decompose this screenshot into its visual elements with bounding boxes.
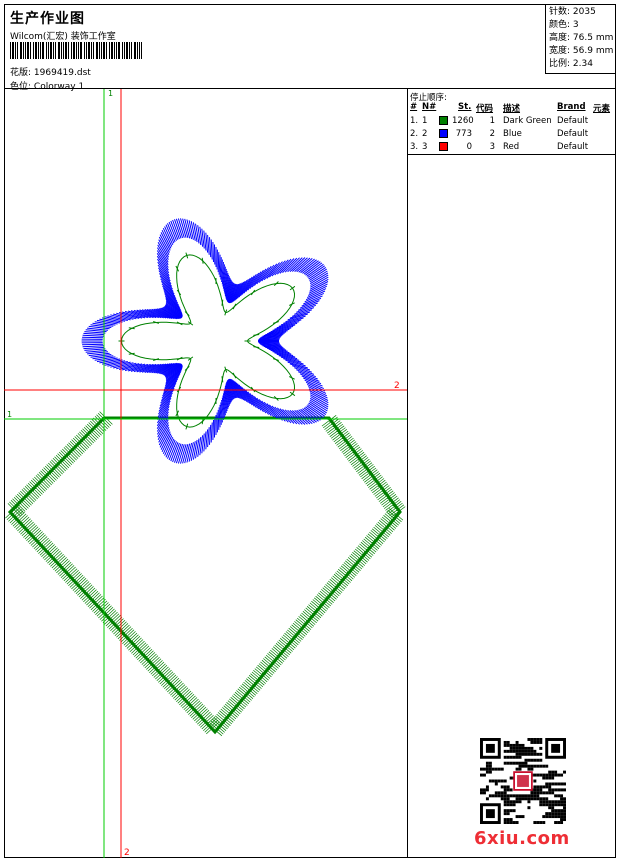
barcode: [10, 42, 142, 59]
table-row[interactable]: 2. 2 773 2 Blue Default: [408, 129, 616, 142]
stat-width: 宽度: 56.9 mm: [549, 46, 614, 56]
stat-stitches: 针数: 2035: [549, 7, 596, 17]
table-row[interactable]: 1. 1 1260 1 Dark Green Default: [408, 116, 616, 129]
red-vertical-label: 2: [124, 848, 130, 858]
stats-panel: 针数: 2035 颜色: 3 高度: 76.5 mm 宽度: 56.9 mm 比…: [545, 4, 616, 74]
table-row[interactable]: 3. 3 0 3 Red Default: [408, 142, 616, 155]
studio-subtitle: Wilcom(汇宏) 装饰工作室: [10, 32, 116, 42]
embroidery-preview: 1 2 2 1: [4, 89, 407, 858]
stat-scale: 比例: 2.34: [549, 59, 593, 69]
col-brand: Brand: [557, 102, 586, 112]
qr-code[interactable]: [480, 738, 566, 824]
green-horizontal-label: 1: [7, 410, 12, 419]
seal-icon: [517, 775, 529, 787]
page-title: 生产作业图: [10, 11, 85, 27]
pattern-value: 1969419.dst: [33, 68, 91, 78]
stop-sequence-panel: 停止顺序: # N# St. 代码 描述 Brand 元素 1. 1 1260 …: [408, 89, 616, 155]
red-horizontal-label: 2: [394, 381, 400, 391]
pattern-label: 花版:: [10, 68, 32, 78]
design-canvas[interactable]: 1 2 2 1: [4, 89, 408, 858]
color-swatch: [439, 129, 448, 138]
green-vertical-label: 1: [108, 89, 113, 98]
col-description: 描述: [503, 104, 521, 114]
pattern-line: 花版: 1969419.dst: [10, 65, 91, 78]
header: 生产作业图 Wilcom(汇宏) 装饰工作室 花版: 1969419.dst 色…: [4, 4, 616, 92]
col-index: #: [410, 102, 418, 112]
color-swatch: [439, 116, 448, 125]
col-element: 元素: [593, 104, 611, 114]
diamond-outline: [5, 411, 406, 737]
site-watermark: 6xiu.com: [474, 828, 570, 849]
stat-height: 高度: 76.5 mm: [549, 33, 614, 43]
col-stitches: St.: [458, 102, 472, 112]
col-number: N#: [422, 102, 437, 112]
color-swatch: [439, 142, 448, 151]
stat-colors: 颜色: 3: [549, 20, 579, 30]
col-code: 代码: [476, 104, 494, 114]
